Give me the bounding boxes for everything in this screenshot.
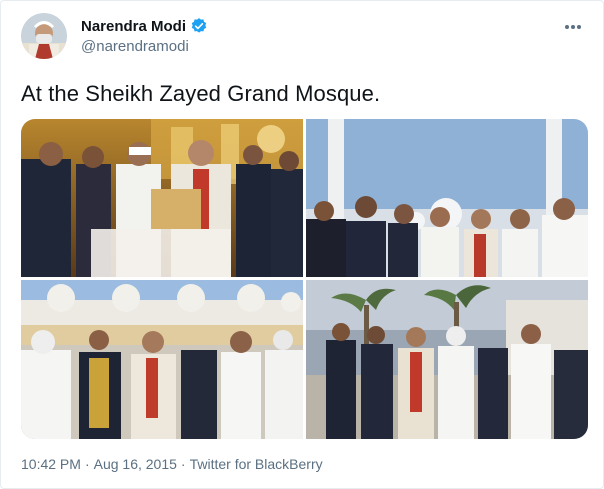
author-name[interactable]: Narendra Modi [81, 18, 186, 35]
photo-3[interactable] [21, 280, 303, 439]
author-name-row[interactable]: Narendra Modi [81, 17, 208, 35]
photo-1[interactable] [21, 119, 303, 277]
author-handle[interactable]: @narendramodi [81, 38, 189, 55]
tweet-card: Narendra Modi @narendramodi At the Sheik… [0, 0, 604, 489]
photo-grid [21, 119, 588, 439]
photo-2[interactable] [306, 119, 588, 277]
verified-badge-icon [190, 17, 208, 35]
tweet-date[interactable]: Aug 16, 2015 [94, 456, 177, 472]
meta-separator: · [84, 456, 90, 472]
photo-4[interactable] [306, 280, 588, 439]
tweet-time[interactable]: 10:42 PM [21, 456, 81, 472]
tweet-text: At the Sheikh Zayed Grand Mosque. [21, 81, 381, 106]
author-avatar[interactable] [21, 13, 67, 59]
more-horizontal-icon[interactable] [561, 17, 585, 37]
meta-separator: · [180, 456, 186, 472]
tweet-source[interactable]: Twitter for BlackBerry [190, 456, 323, 472]
tweet-meta: 10:42 PM · Aug 16, 2015 · Twitter for Bl… [21, 456, 323, 472]
